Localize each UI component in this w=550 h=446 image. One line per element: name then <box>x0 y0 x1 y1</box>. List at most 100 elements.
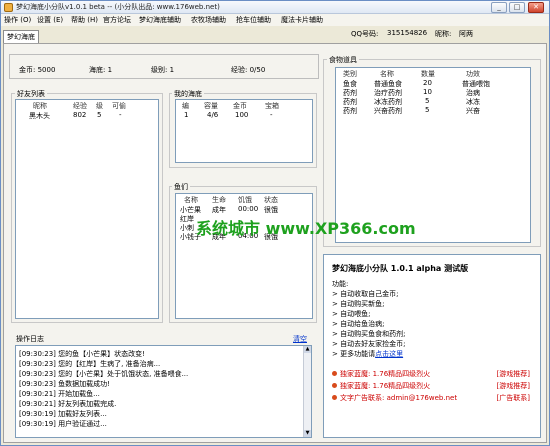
fish-col-status[interactable]: 状态 <box>264 195 278 205</box>
more-link[interactable]: 点击这里 <box>375 350 403 358</box>
info-title: 梦幻海底小分队 1.0.1 alpha 测试版 <box>332 264 469 273</box>
bottom-cell-chest: - <box>270 111 273 119</box>
feature-item: > 自动收取自己金币; <box>332 290 399 298</box>
menu-bottom-helper[interactable]: 梦幻海底辅助 <box>139 15 181 25</box>
log-title: 操作日志 <box>14 334 46 344</box>
scroll-down-icon[interactable]: ▼ <box>304 430 311 437</box>
food-col-name[interactable]: 名称 <box>380 69 394 79</box>
friends-list[interactable]: 昵称 经验 级 可偷 黑木头 802 5 - <box>15 99 159 319</box>
watermark: 系统城市 www.XP366.com <box>196 219 416 238</box>
bottom-cell-capacity: 4/6 <box>207 111 219 119</box>
fish-life: 成年 <box>212 206 226 214</box>
info-panel: 梦幻海底小分队 1.0.1 alpha 测试版 功能: > 自动收取自己金币; … <box>323 254 541 438</box>
log-line: [09:30:23] 鱼数据加载成功! <box>19 380 110 388</box>
feature-item: > 自动购买新鱼; <box>332 300 385 308</box>
ad-tag[interactable]: [游戏推荐] <box>497 369 530 379</box>
food-col-category[interactable]: 类别 <box>343 69 357 79</box>
log-box[interactable]: [09:30:23] 您的鱼【小芒果】状态改变! [09:30:23] 您的【红… <box>15 345 312 438</box>
app-icon <box>4 3 13 12</box>
food-effect: 兴奋 <box>466 107 480 115</box>
bottom-col-chest[interactable]: 宝箱 <box>265 101 279 111</box>
food-col-qty[interactable]: 数量 <box>421 69 435 79</box>
fish-list[interactable]: 名称 生命 饥饿 状态 小芒果 成年 00:00 很饿 红岸 小刺 小钱子 成年… <box>175 193 313 319</box>
fish-status: 很饿 <box>264 206 278 214</box>
fish-title: 鱼们 <box>172 182 190 192</box>
log-line: [09:30:23] 您的鱼【小芒果】状态改变! <box>19 350 145 358</box>
minimize-button[interactable]: _ <box>491 2 507 13</box>
ad-text: 文字广告联系: admin@176web.net <box>340 394 458 402</box>
food-qty: 5 <box>425 106 430 114</box>
menu-forum[interactable]: 官方论坛 <box>103 15 131 25</box>
log-line: [09:30:21] 好友列表加载完成. <box>19 400 117 408</box>
nickname-label: 昵称: <box>435 30 452 38</box>
maximize-button[interactable]: □ <box>509 2 525 13</box>
friend-name: 黑木头 <box>29 112 50 120</box>
food-name: 兴奋药剂 <box>374 107 402 115</box>
log-line: [09:30:23] 您的【小芒果】处于饥饿状态, 准备喂食... <box>19 370 189 378</box>
food-category: 药剂 <box>343 107 357 115</box>
friends-col-name[interactable]: 昵称 <box>33 101 47 111</box>
exp-stat: 经验: 0/50 <box>231 66 266 74</box>
menu-settings[interactable]: 设置 (E) <box>37 15 63 25</box>
ad-tag[interactable]: [广告联系] <box>497 393 530 403</box>
ad-link[interactable]: 文字广告联系: admin@176web.net <box>332 393 457 403</box>
log-scrollbar[interactable]: ▲ ▼ <box>303 346 311 437</box>
my-bottom-title: 我的海底 <box>172 89 204 99</box>
level-stat: 级别: 1 <box>151 66 175 74</box>
menu-bar: 操作 (O) 设置 (E) 帮助 (H) 官方论坛 梦幻海底辅助 农牧场辅助 抢… <box>1 14 549 26</box>
fish-hunger: 00:00 <box>238 205 259 213</box>
ad-text: 独家蓝魔: 1.76精品四级烈火 <box>340 370 431 378</box>
friend-steal: - <box>119 111 122 119</box>
clear-log-link[interactable]: 清空 <box>291 334 309 344</box>
bottom-cell-id: 1 <box>184 111 189 119</box>
feature-item: > 更多功能请点击这里 <box>332 349 403 359</box>
my-bottom-list[interactable]: 编 容量 金币 宝箱 1 4/6 100 - <box>175 99 313 163</box>
tab-bottom[interactable]: 梦幻海底 <box>3 30 39 43</box>
friends-title: 好友列表 <box>15 89 47 99</box>
fish-col-life[interactable]: 生命 <box>212 195 226 205</box>
friends-col-steal[interactable]: 可偷 <box>112 101 126 111</box>
friend-level: 5 <box>97 111 102 119</box>
food-col-effect[interactable]: 功效 <box>466 69 480 79</box>
log-line: [09:30:19] 加载好友列表... <box>19 410 107 418</box>
feature-item: > 自动给鱼治病; <box>332 320 385 328</box>
menu-farm-helper[interactable]: 农牧场辅助 <box>191 15 226 25</box>
feature-more-text: > 更多功能请 <box>332 350 376 358</box>
menu-operate[interactable]: 操作 (O) <box>4 15 31 25</box>
bottom-col-capacity[interactable]: 容量 <box>204 101 218 111</box>
fish-col-name[interactable]: 名称 <box>184 195 198 205</box>
bottom-col-gold[interactable]: 金币 <box>233 101 247 111</box>
bottom-stat: 海底: 1 <box>89 66 113 74</box>
menu-card-helper[interactable]: 魔法卡片辅助 <box>281 15 323 25</box>
food-title: 食物道具 <box>327 55 359 65</box>
window-title: 梦幻海底小分队v1.0.1 beta -- (小分队出品: www.176web… <box>16 3 220 11</box>
ad-link[interactable]: 独家蓝魔: 1.76精品四级烈火 <box>332 381 430 391</box>
ad-tag[interactable]: [游戏推荐] <box>497 381 530 391</box>
features-label: 功能: <box>332 280 349 288</box>
bottom-cell-gold: 100 <box>235 111 249 119</box>
nickname-value: 阿两 <box>459 30 473 38</box>
menu-parking-helper[interactable]: 抢车位辅助 <box>236 15 271 25</box>
feature-item: > 自动喂鱼; <box>332 310 371 318</box>
food-qty: 10 <box>423 88 432 96</box>
friends-col-level[interactable]: 级 <box>96 101 103 111</box>
feature-item: > 自动去好友家捡金币; <box>332 340 406 348</box>
ad-text: 独家蓝魔: 1.76精品四级烈火 <box>340 382 431 390</box>
bottom-col-id[interactable]: 编 <box>182 101 189 111</box>
app-window: 梦幻海底小分队v1.0.1 beta -- (小分队出品: www.176web… <box>0 0 550 446</box>
friend-exp: 802 <box>73 111 87 119</box>
gold-stat: 金币: 5000 <box>19 66 56 74</box>
title-bar: 梦幻海底小分队v1.0.1 beta -- (小分队出品: www.176web… <box>1 1 549 14</box>
log-line: [09:30:21] 开始加载鱼... <box>19 390 100 398</box>
qq-label: QQ号码: <box>351 30 379 38</box>
menu-help[interactable]: 帮助 (H) <box>71 15 98 25</box>
friends-col-exp[interactable]: 经验 <box>73 101 87 111</box>
ad-bullet-icon <box>332 371 337 376</box>
scroll-up-icon[interactable]: ▲ <box>304 346 311 353</box>
log-line: [09:30:19] 用户验证通过... <box>19 420 107 428</box>
close-button[interactable]: ✕ <box>528 2 544 13</box>
ad-link[interactable]: 独家蓝魔: 1.76精品四级烈火 <box>332 369 430 379</box>
log-line: [09:30:23] 您的【红岸】生病了, 准备治病... <box>19 360 161 368</box>
fish-col-hunger[interactable]: 饥饿 <box>238 195 252 205</box>
feature-item: > 自动购买鱼食和药剂; <box>332 330 406 338</box>
